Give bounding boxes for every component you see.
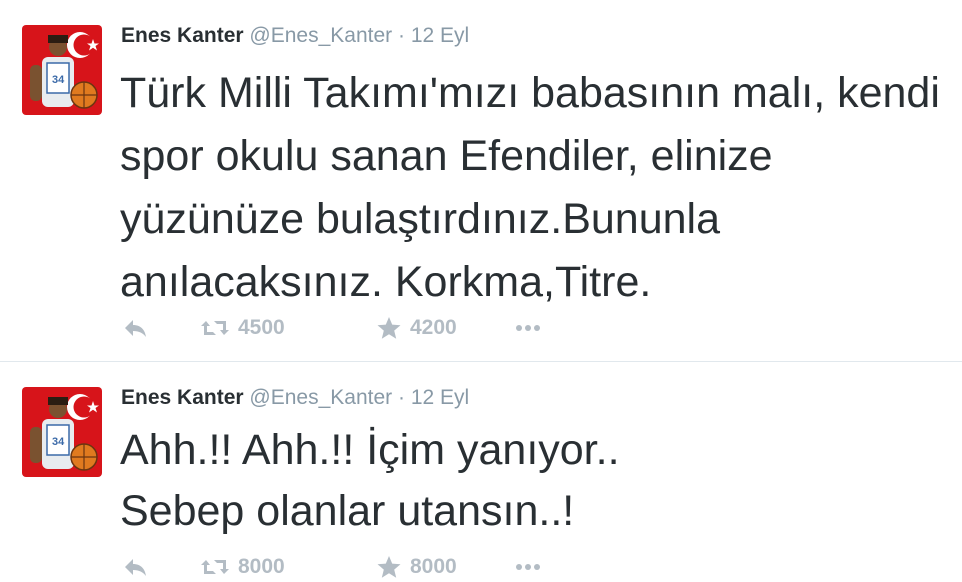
more-icon [516, 564, 540, 570]
favorite-button[interactable]: 4200 [376, 316, 514, 340]
svg-text:34: 34 [52, 74, 65, 86]
retweet-count: 8000 [238, 555, 285, 578]
tweet-actions: 4500 4200 [122, 313, 542, 343]
retweet-count: 4500 [238, 316, 285, 339]
tweet[interactable]: 34 Enes Kanter @Enes_Kanter · 12 Eyl Tür… [0, 0, 962, 362]
fullname[interactable]: Enes Kanter [121, 386, 244, 409]
fullname[interactable]: Enes Kanter [121, 24, 244, 47]
more-button[interactable] [514, 562, 542, 572]
tweet-header: Enes Kanter @Enes_Kanter · 12 Eyl [121, 22, 469, 50]
reply-icon [125, 320, 146, 337]
reply-button[interactable] [122, 317, 200, 339]
favorite-button[interactable]: 8000 [376, 555, 514, 579]
tweet-text: Türk Milli Takımı'mızı babasının malı, k… [120, 69, 940, 306]
more-icon [516, 325, 540, 331]
tweet-text: Ahh.!! Ahh.!! İçim yanıyor.. Sebep olanl… [120, 426, 620, 535]
retweet-icon [201, 321, 229, 335]
retweet-button[interactable]: 8000 [200, 555, 376, 579]
timestamp[interactable]: 12 Eyl [411, 24, 469, 47]
reply-button[interactable] [122, 556, 200, 578]
star-icon [377, 317, 401, 339]
svg-text:34: 34 [52, 436, 65, 448]
tweet-header: Enes Kanter @Enes_Kanter · 12 Eyl [121, 384, 469, 412]
favorite-count: 4200 [410, 316, 457, 339]
retweet-button[interactable]: 4500 [200, 316, 376, 340]
username[interactable]: @Enes_Kanter [249, 24, 392, 47]
avatar[interactable]: 34 [22, 387, 102, 477]
more-button[interactable] [514, 323, 542, 333]
separator: · [397, 386, 405, 409]
separator: · [397, 24, 405, 47]
avatar[interactable]: 34 [22, 25, 102, 115]
reply-icon [125, 559, 146, 576]
tweet-actions: 8000 8000 [122, 552, 542, 582]
retweet-icon [201, 560, 229, 574]
tweet[interactable]: 34 Enes Kanter @Enes_Kanter · 12 Eyl Ahh… [0, 362, 962, 578]
star-icon [377, 556, 401, 578]
timestamp[interactable]: 12 Eyl [411, 386, 469, 409]
favorite-count: 8000 [410, 555, 457, 578]
username[interactable]: @Enes_Kanter [249, 386, 392, 409]
